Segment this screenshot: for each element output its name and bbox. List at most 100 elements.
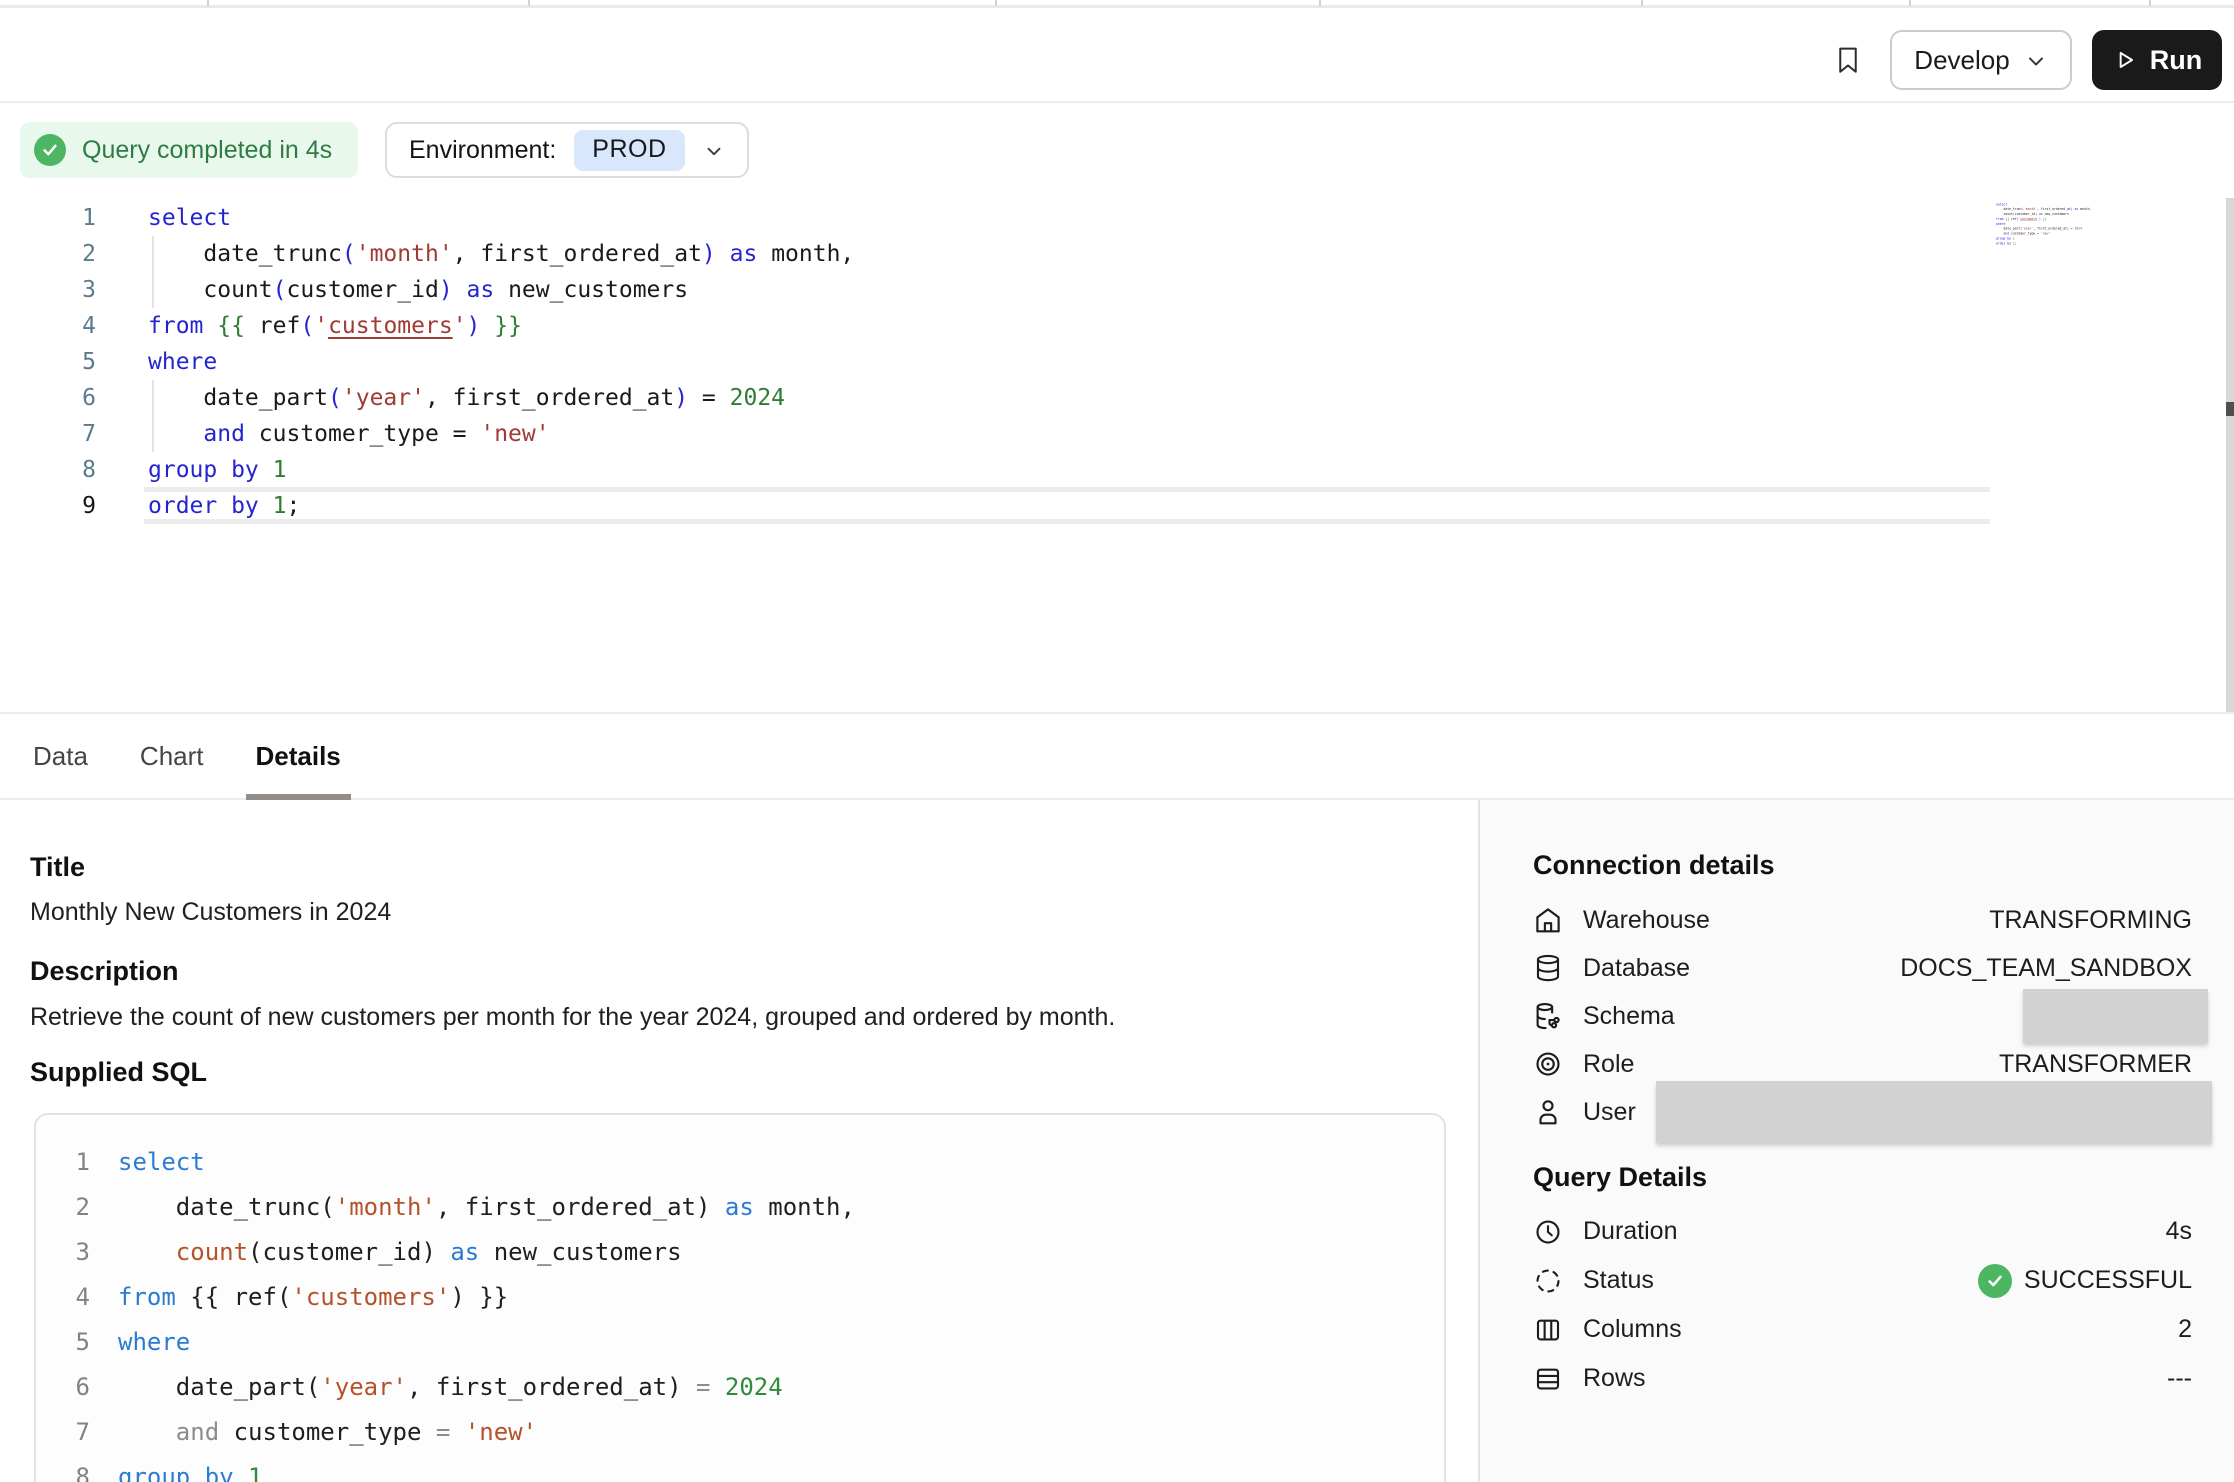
- editor-code[interactable]: 1select2 date_trunc('month', first_order…: [46, 200, 854, 524]
- title-text: Monthly New Customers in 2024: [30, 898, 391, 927]
- code-line: 1select: [46, 200, 854, 236]
- code-line: 2 date_trunc('month', first_ordered_at) …: [46, 236, 854, 272]
- columns-icon: [1533, 1315, 1563, 1345]
- bookmark-icon[interactable]: [1832, 44, 1864, 78]
- environment-dropdown[interactable]: Environment: PROD: [385, 122, 749, 178]
- scrollbar-thumb[interactable]: [2226, 402, 2234, 416]
- supplied-sql-code: 1select2 date_trunc('month', first_order…: [36, 1140, 855, 1482]
- line-number: 2: [36, 1185, 90, 1230]
- tab-chart[interactable]: Chart: [140, 714, 204, 798]
- detail-label: Status: [1583, 1266, 1654, 1295]
- sql-editor[interactable]: 1select2 date_trunc('month', first_order…: [0, 195, 2234, 712]
- develop-button[interactable]: Develop: [1890, 30, 2072, 90]
- code-line: 9order by 1;: [46, 488, 854, 524]
- detail-row-schema: Schema: [1533, 992, 2192, 1040]
- code-line: 4from {{ ref('customers') }}: [46, 308, 854, 344]
- tab-data[interactable]: Data: [33, 714, 88, 798]
- connection-details-heading: Connection details: [1533, 850, 1775, 881]
- detail-row-rows: Rows ---: [1533, 1354, 2192, 1403]
- schema-icon: [1533, 1001, 1563, 1031]
- line-number: 7: [36, 1410, 90, 1455]
- line-number: 8: [36, 1455, 90, 1482]
- detail-value: TRANSFORMING: [1989, 906, 2192, 935]
- run-button[interactable]: Run: [2092, 30, 2222, 90]
- chevron-down-icon: [2024, 49, 2048, 73]
- line-number: 6: [36, 1365, 90, 1410]
- detail-value: DOCS_TEAM_SANDBOX: [1900, 954, 2192, 983]
- detail-label: Rows: [1583, 1364, 1646, 1393]
- chevron-down-icon: [703, 140, 725, 162]
- detail-row-duration: Duration 4s: [1533, 1207, 2192, 1256]
- detail-row-status: Status SUCCESSFUL: [1533, 1256, 2192, 1305]
- tab-details[interactable]: Details: [256, 714, 341, 798]
- user-icon: [1533, 1097, 1563, 1127]
- minimap-code: select date_trunc('month', first_ordered…: [1996, 202, 2116, 246]
- run-button-label: Run: [2150, 45, 2202, 76]
- check-icon: [34, 134, 66, 166]
- environment-label: Environment:: [409, 136, 556, 165]
- code-line: 3 count(customer_id) as new_customers: [36, 1230, 855, 1275]
- code-line: 5where: [36, 1320, 855, 1365]
- code-line: 3 count(customer_id) as new_customers: [46, 272, 854, 308]
- detail-value: [1656, 1081, 2192, 1143]
- status-row: Query completed in 4s Environment: PROD: [0, 103, 2234, 195]
- detail-value: SUCCESSFUL: [1978, 1264, 2192, 1298]
- line-number: 8: [46, 452, 96, 488]
- detail-value: 4s: [2166, 1217, 2192, 1246]
- detail-label: Warehouse: [1583, 906, 1710, 935]
- line-number: 7: [46, 416, 96, 452]
- code-line: order by 1;: [1996, 241, 2116, 246]
- warehouse-icon: [1533, 905, 1563, 935]
- top-tab-strip: [0, 0, 2234, 8]
- details-side-panel: Connection details Warehouse TRANSFORMING…: [1478, 800, 2234, 1482]
- code-line: 6 date_part('year', first_ordered_at) = …: [46, 380, 854, 416]
- tab-divider: [528, 0, 530, 6]
- editor-minimap[interactable]: select date_trunc('month', first_ordered…: [1996, 202, 2116, 252]
- develop-button-label: Develop: [1914, 45, 2009, 76]
- code-line: 8group by 1: [46, 452, 854, 488]
- line-number: 3: [46, 272, 96, 308]
- detail-row-database: DatabaseDOCS_TEAM_SANDBOX: [1533, 944, 2192, 992]
- detail-label: Columns: [1583, 1315, 1682, 1344]
- tab-divider: [1909, 0, 1911, 6]
- supplied-sql-card: 1select2 date_trunc('month', first_order…: [34, 1113, 1446, 1482]
- detail-value: 2: [2178, 1315, 2192, 1344]
- tab-divider: [207, 0, 209, 6]
- connection-details-rows: Warehouse TRANSFORMING DatabaseDOCS_TEAM_S…: [1533, 896, 2192, 1136]
- code-line: 6 date_part('year', first_ordered_at) = …: [36, 1365, 855, 1410]
- success-check-icon: [1978, 1264, 2012, 1298]
- title-heading: Title: [30, 852, 85, 883]
- line-number: 5: [36, 1320, 90, 1365]
- tab-divider: [1641, 0, 1643, 6]
- detail-label: Role: [1583, 1050, 1634, 1079]
- code-line: 1select: [36, 1140, 855, 1185]
- code-line: 8group by 1: [36, 1455, 855, 1482]
- toolbar: Develop Run: [0, 8, 2234, 103]
- line-number: 9: [46, 488, 96, 524]
- tab-divider: [1319, 0, 1321, 6]
- redacted-value: [1656, 1081, 2212, 1143]
- query-details-heading: Query Details: [1533, 1162, 1707, 1193]
- detail-value: ---: [2167, 1364, 2192, 1393]
- line-number: 1: [36, 1140, 90, 1185]
- code-line: 7 and customer_type = 'new': [36, 1410, 855, 1455]
- editor-scrollbar[interactable]: [2226, 198, 2234, 740]
- code-line: 4from {{ ref('customers') }}: [36, 1275, 855, 1320]
- line-number: 6: [46, 380, 96, 416]
- detail-label: User: [1583, 1098, 1636, 1127]
- detail-value: [2023, 989, 2192, 1043]
- query-details-rows: Duration 4s Status SUCCESSFUL Columns 2 Rows --…: [1533, 1207, 2192, 1403]
- code-line: 5where: [46, 344, 854, 380]
- detail-label: Duration: [1583, 1217, 1678, 1246]
- line-number: 5: [46, 344, 96, 380]
- query-status-text: Query completed in 4s: [82, 136, 332, 165]
- line-number: 2: [46, 236, 96, 272]
- description-text: Retrieve the count of new customers per …: [30, 1003, 1115, 1032]
- results-tabbar: Data Chart Details: [0, 712, 2234, 800]
- query-status-badge: Query completed in 4s: [20, 122, 358, 178]
- detail-value: TRANSFORMER: [1999, 1050, 2192, 1079]
- supplied-sql-heading: Supplied SQL: [30, 1057, 207, 1088]
- line-number: 4: [46, 308, 96, 344]
- play-icon: [2112, 47, 2138, 73]
- detail-row-user: User: [1533, 1088, 2192, 1136]
